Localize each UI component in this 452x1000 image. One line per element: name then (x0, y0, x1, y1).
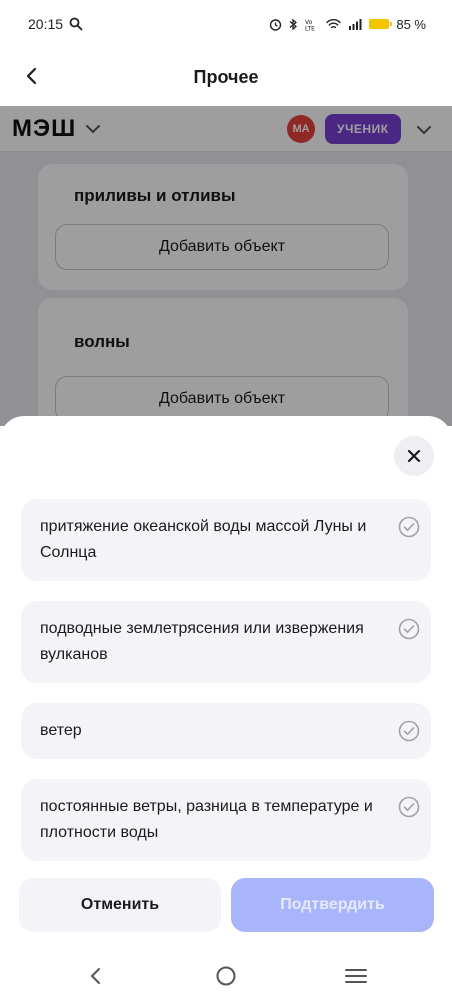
check-circle-icon (398, 796, 420, 818)
bottom-sheet: притяжение океанской воды массой Луны и … (0, 416, 452, 1000)
search-icon (69, 17, 83, 31)
bluetooth-icon (289, 18, 298, 30)
modal-overlay[interactable] (0, 106, 452, 426)
close-button[interactable] (394, 436, 434, 476)
option-item[interactable]: подводные землетрясения или извержения в… (21, 601, 431, 683)
option-item[interactable]: притяжение океанской воды массой Луны и … (21, 499, 431, 581)
close-icon (407, 449, 421, 463)
option-label: ветер (40, 722, 82, 739)
nav-back-icon[interactable] (84, 964, 108, 988)
check-circle-icon (398, 720, 420, 742)
confirm-button[interactable]: Подтвердить (231, 878, 434, 932)
status-time: 20:15 (28, 16, 64, 32)
battery-icon (369, 19, 393, 29)
check-circle-icon (398, 516, 420, 538)
battery-percent: 85 % (396, 16, 426, 32)
option-item[interactable]: постоянные ветры, разница в температуре … (21, 779, 431, 861)
option-label: подводные землетрясения или извержения в… (40, 620, 364, 663)
alarm-icon (270, 18, 282, 31)
check-circle-icon (398, 618, 420, 640)
signal-icon (349, 19, 362, 30)
app-header: Прочее (0, 48, 452, 106)
wifi-icon (326, 19, 342, 29)
status-bar: 20:15 Vo LTE 85 % (0, 0, 452, 48)
nav-home-icon[interactable] (214, 964, 238, 988)
option-item[interactable]: ветер (21, 703, 431, 759)
page-title: Прочее (193, 66, 259, 87)
chevron-left-icon (26, 67, 37, 85)
svg-text:LTE: LTE (305, 25, 315, 31)
volte-icon: VoLTE (305, 19, 315, 31)
nav-menu-icon[interactable] (344, 964, 368, 988)
back-button[interactable] (18, 62, 46, 90)
option-label: постоянные ветры, разница в температуре … (40, 798, 373, 841)
cancel-button[interactable]: Отменить (19, 878, 221, 932)
system-nav-bar (0, 950, 452, 1000)
option-label: притяжение океанской воды массой Луны и … (40, 518, 367, 561)
